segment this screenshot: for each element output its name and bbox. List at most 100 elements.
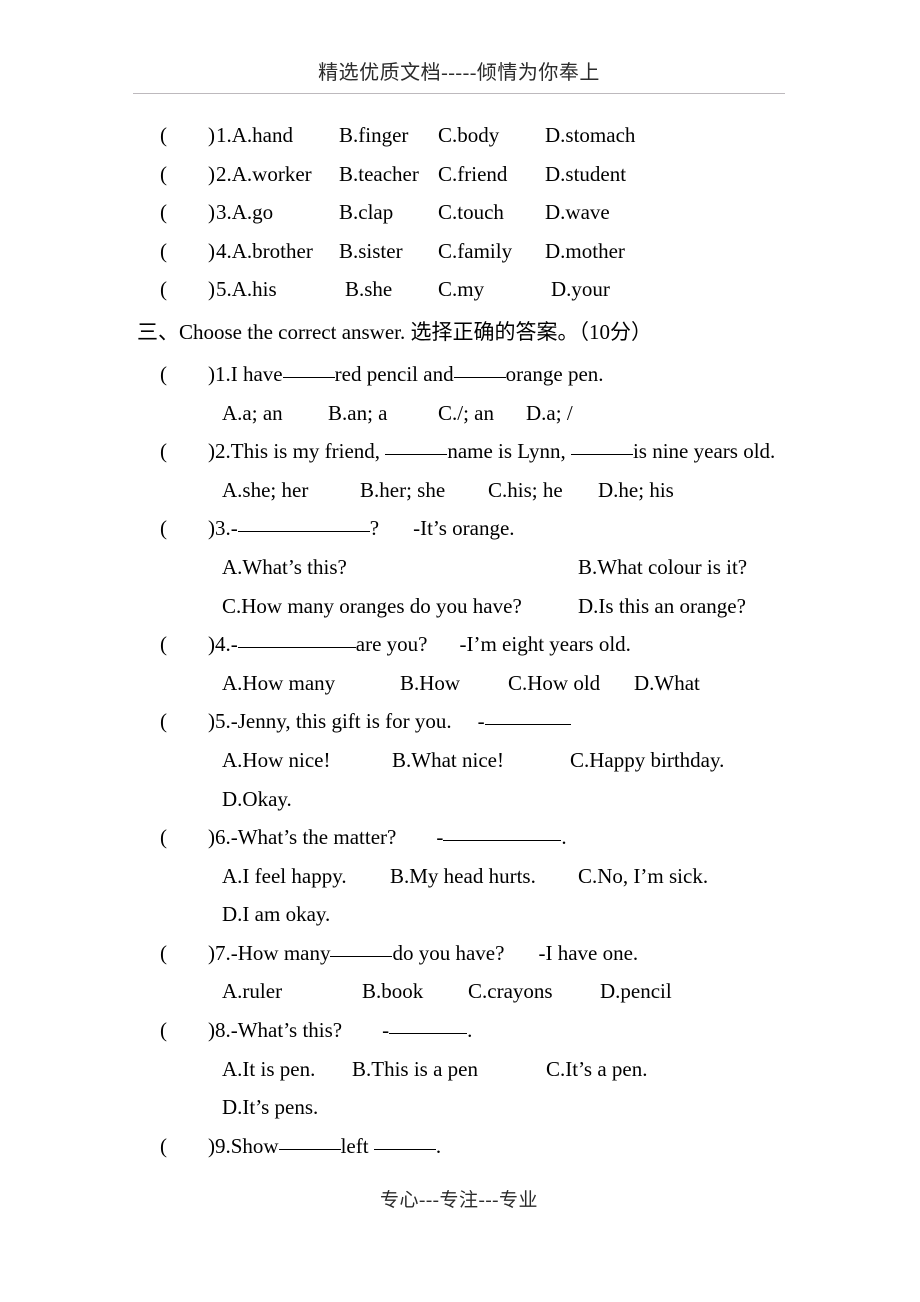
option-d[interactable]: D.I am okay. xyxy=(222,895,330,934)
option-a[interactable]: A.a; an xyxy=(222,394,283,433)
vocab-item-b: B.she xyxy=(345,277,393,302)
option-b[interactable]: B.How xyxy=(400,664,460,703)
option-d[interactable]: D.pencil xyxy=(600,972,672,1011)
question-4-stem: )4.- are you? -I’m eight years old. xyxy=(208,632,631,657)
vocab-item-b: B.clap xyxy=(339,200,394,225)
question-3-stem: )3.-? -It’s orange. xyxy=(208,516,515,541)
option-a[interactable]: A.she; her xyxy=(222,471,308,510)
answer-bracket-open: ( xyxy=(160,123,167,147)
question-row-3: ( )3.-? -It’s orange. xyxy=(0,509,920,548)
option-b[interactable]: B.her; she xyxy=(360,471,445,510)
option-d[interactable]: D.Is this an orange? xyxy=(578,587,746,626)
vocab-item-a: 2.A.worker xyxy=(216,161,312,186)
blank-field[interactable] xyxy=(389,1033,468,1035)
answer-bracket-open: ( xyxy=(160,1133,167,1158)
blank-field[interactable] xyxy=(237,647,356,649)
question-2-stem: )2.This is my friend, name is Lynn, is n… xyxy=(208,439,776,464)
answer-bracket-close: ) xyxy=(208,161,215,186)
question-4-options: A.How many B.How C.How old D.What xyxy=(0,664,920,703)
document-body: ( ) 1.A.hand B.finger C.body D.stomach (… xyxy=(0,116,920,1165)
vocab-row: ( ) 2.A.worker B.teacher C.friend D.stud… xyxy=(0,155,920,194)
blank-field[interactable] xyxy=(443,840,562,842)
question-1-stem: )1.I have red pencil and orange pen. xyxy=(208,361,604,386)
question-row-1: ( )1.I have red pencil and orange pen. xyxy=(0,355,920,394)
question-row-4: ( )4.- are you? -I’m eight years old. xyxy=(0,625,920,664)
option-a[interactable]: A.How nice! xyxy=(222,741,330,780)
question-row-6: ( )6.-What’s the matter? -. xyxy=(0,818,920,857)
question-row-8: ( )8.-What’s this? -. xyxy=(0,1011,920,1050)
header-divider xyxy=(133,93,785,94)
option-d[interactable]: D.he; his xyxy=(598,471,674,510)
question-3-options-row1: A.What’s this? B.What colour is it? xyxy=(0,548,920,587)
question-8-options-row2: D.It’s pens. xyxy=(0,1088,920,1127)
question-7-options: A.ruler B.book C.crayons D.pencil xyxy=(0,972,920,1011)
vocab-row: ( ) 5.A.his B.she C.my D.your xyxy=(0,270,920,309)
vocab-item-d: D.your xyxy=(551,277,610,302)
vocab-item-c: C.my xyxy=(438,277,485,302)
option-b[interactable]: B.What colour is it? xyxy=(578,548,747,587)
question-9-stem: )9.Show left . xyxy=(208,1133,442,1158)
answer-bracket-open: ( xyxy=(160,1018,167,1043)
answer-bracket-open: ( xyxy=(160,940,167,965)
option-c[interactable]: C.his; he xyxy=(488,471,563,510)
option-a[interactable]: A.What’s this? xyxy=(222,548,347,587)
option-c[interactable]: C./; an xyxy=(438,394,494,433)
answer-bracket-open: ( xyxy=(160,161,167,186)
answer-bracket-close: ) xyxy=(208,238,215,263)
option-d[interactable]: D.Okay. xyxy=(222,780,292,819)
blank-field[interactable] xyxy=(237,531,370,533)
blank-field[interactable] xyxy=(453,376,506,378)
question-2-options: A.she; her B.her; she C.his; he D.he; hi… xyxy=(0,471,920,510)
blank-field[interactable] xyxy=(385,454,448,456)
question-8-stem: )8.-What’s this? -. xyxy=(208,1018,473,1043)
vocab-item-d: D.student xyxy=(545,161,627,186)
question-7-stem: )7.-How many do you have? -I have one. xyxy=(208,940,639,965)
option-c[interactable]: C.No, I’m sick. xyxy=(578,857,708,896)
answer-bracket-close: ) xyxy=(208,200,215,225)
question-row-2: ( )2.This is my friend, name is Lynn, is… xyxy=(0,432,920,471)
blank-field[interactable] xyxy=(373,1148,436,1150)
option-b[interactable]: B.This is a pen xyxy=(352,1050,478,1089)
blank-field[interactable] xyxy=(570,454,633,456)
vocab-item-a: 4.A.brother xyxy=(216,238,313,263)
blank-field[interactable] xyxy=(484,724,571,726)
option-d[interactable]: D.What xyxy=(634,664,700,703)
answer-bracket-open: ( xyxy=(160,825,167,850)
vocab-item-d: D.stomach xyxy=(545,123,636,147)
option-d[interactable]: D.a; / xyxy=(526,394,573,433)
document-footer: 专心---专注---专业 xyxy=(133,1189,785,1213)
answer-bracket-open: ( xyxy=(160,632,167,657)
option-c[interactable]: C.It’s a pen. xyxy=(546,1050,647,1089)
option-c[interactable]: C.How old xyxy=(508,664,600,703)
option-a[interactable]: A.ruler xyxy=(222,972,282,1011)
option-b[interactable]: B.My head hurts. xyxy=(390,857,536,896)
option-b[interactable]: B.What nice! xyxy=(392,741,504,780)
blank-field[interactable] xyxy=(330,955,393,957)
vocab-item-c: C.touch xyxy=(438,200,504,225)
option-b[interactable]: B.an; a xyxy=(328,394,387,433)
option-d[interactable]: D.It’s pens. xyxy=(222,1088,318,1127)
option-a[interactable]: A.It is pen. xyxy=(222,1050,315,1089)
vocab-item-a: 3.A.go xyxy=(216,200,274,225)
document-header: 精选优质文档-----倾情为你奉上 xyxy=(133,60,785,86)
blank-field[interactable] xyxy=(278,1148,341,1150)
option-a[interactable]: A.I feel happy. xyxy=(222,857,347,896)
answer-bracket-open: ( xyxy=(160,361,167,386)
vocab-item-b: B.teacher xyxy=(339,161,419,186)
vocab-item-d: D.mother xyxy=(545,238,625,263)
header-text: 精选优质文档-----倾情为你奉上 xyxy=(318,62,600,84)
option-c[interactable]: C.How many oranges do you have? xyxy=(222,587,522,626)
answer-bracket-close: ) xyxy=(208,123,215,147)
question-6-options-row2: D.I am okay. xyxy=(0,895,920,934)
document-page: 精选优质文档-----倾情为你奉上 ( ) 1.A.hand B.finger … xyxy=(0,0,920,1302)
question-row-9: ( )9.Show left . xyxy=(0,1127,920,1166)
question-6-options-row1: A.I feel happy. B.My head hurts. C.No, I… xyxy=(0,857,920,896)
option-c[interactable]: C.crayons xyxy=(468,972,553,1011)
vocab-item-a: 5.A.his xyxy=(216,277,277,302)
option-b[interactable]: B.book xyxy=(362,972,423,1011)
option-c[interactable]: C.Happy birthday. xyxy=(570,741,724,780)
option-a[interactable]: A.How many xyxy=(222,664,335,703)
vocab-item-b: B.finger xyxy=(339,123,409,147)
vocab-item-c: C.friend xyxy=(438,161,508,186)
blank-field[interactable] xyxy=(282,376,335,378)
